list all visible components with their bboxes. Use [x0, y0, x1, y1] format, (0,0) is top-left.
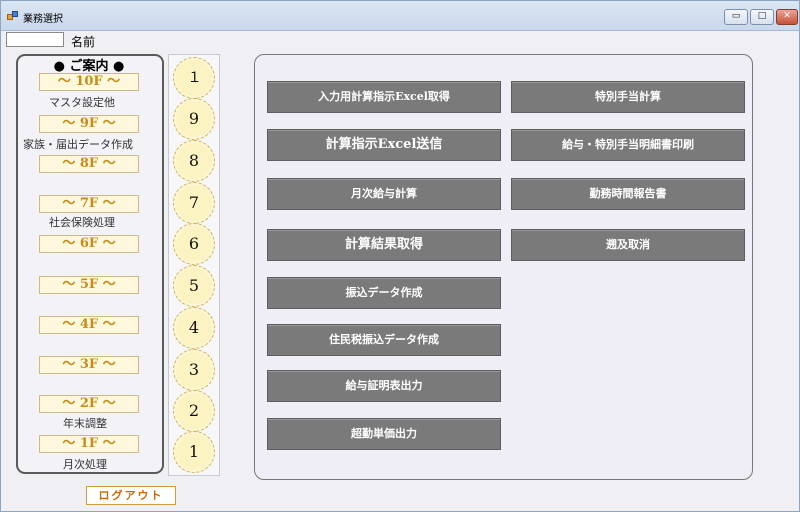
floor-1-button[interactable]: 1: [173, 431, 215, 473]
action-panel: [254, 54, 753, 480]
name-label: 名前: [71, 35, 96, 49]
get-excel-template-button[interactable]: 入力用計算指示Excel取得: [267, 81, 501, 113]
resident-tax-transfer-button[interactable]: 住民税振込データ作成: [267, 324, 501, 356]
work-hours-report-button[interactable]: 勤務時間報告書: [511, 178, 745, 210]
guide-floor-2-desc: 年末調整: [63, 417, 107, 430]
floor-4-button[interactable]: 4: [173, 307, 215, 349]
retroactive-cancel-button[interactable]: 遡及取消: [511, 229, 745, 261]
floor-10-button[interactable]: １０: [173, 57, 215, 126]
app-window: 業務選択 ▭ □ ✕ 名前 ● ご案内 ● ～ 10F ～ マスタ設定他 ～ 9…: [0, 0, 800, 512]
floor-8-button[interactable]: 8: [173, 140, 215, 182]
guide-floor-10-desc: マスタ設定他: [49, 96, 115, 109]
get-calc-result-button[interactable]: 計算結果取得: [267, 229, 501, 261]
guide-floor-3: ～ 3F ～: [39, 356, 139, 374]
floor-6-button[interactable]: 6: [173, 223, 215, 265]
minimize-button[interactable]: ▭: [724, 9, 748, 25]
guide-floor-8: ～ 8F ～: [39, 155, 139, 173]
floor-9-button[interactable]: 9: [173, 98, 215, 140]
monthly-salary-calc-button[interactable]: 月次給与計算: [267, 178, 501, 210]
guide-floor-5: ～ 5F ～: [39, 276, 139, 294]
floor-7-button[interactable]: 7: [173, 182, 215, 224]
window-title: 業務選択: [23, 14, 63, 25]
floor-2-button[interactable]: 2: [173, 390, 215, 432]
salary-certificate-button[interactable]: 給与証明表出力: [267, 370, 501, 402]
guide-floor-10: ～ 10F ～: [39, 73, 139, 91]
guide-floor-2: ～ 2F ～: [39, 395, 139, 413]
guide-floor-1: ～ 1F ～: [39, 435, 139, 453]
guide-floor-7: ～ 7F ～: [39, 195, 139, 213]
guide-floor-1-desc: 月次処理: [63, 458, 107, 471]
guide-floor-7-desc: 社会保険処理: [49, 216, 115, 229]
name-field[interactable]: [6, 32, 64, 47]
floor-5-button[interactable]: 5: [173, 265, 215, 307]
guide-floor-4: ～ 4F ～: [39, 316, 139, 334]
overtime-rate-output-button[interactable]: 超勤単価出力: [267, 418, 501, 450]
payslip-print-button[interactable]: 給与・特別手当明細書印刷: [511, 129, 745, 161]
send-excel-button[interactable]: 計算指示Excel送信: [267, 129, 501, 161]
close-button[interactable]: ✕: [776, 9, 798, 25]
maximize-button[interactable]: □: [750, 9, 774, 25]
guide-title: ● ご案内 ●: [53, 59, 125, 74]
floor-3-button[interactable]: 3: [173, 349, 215, 391]
guide-floor-9-desc: 家族・届出データ作成: [23, 138, 133, 151]
transfer-data-button[interactable]: 振込データ作成: [267, 277, 501, 309]
guide-floor-9: ～ 9F ～: [39, 115, 139, 133]
app-icon: [7, 11, 19, 22]
special-allowance-calc-button[interactable]: 特別手当計算: [511, 81, 745, 113]
guide-floor-6: ～ 6F ～: [39, 235, 139, 253]
logout-button[interactable]: ログアウト: [86, 486, 176, 505]
title-bar: 業務選択 ▭ □ ✕: [1, 1, 799, 31]
